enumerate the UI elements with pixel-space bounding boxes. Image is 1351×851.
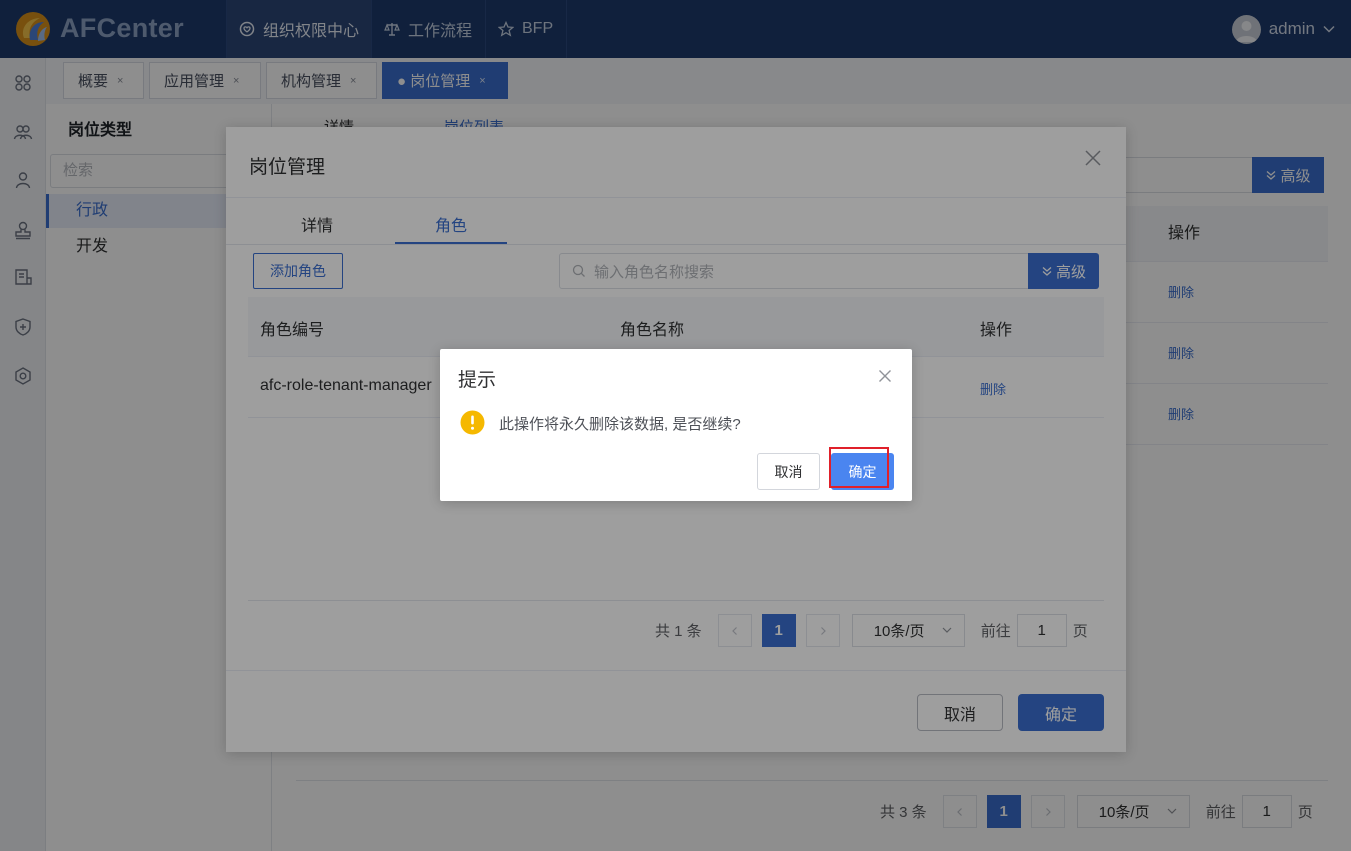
message-text: 此操作将永久删除该数据, 是否继续?	[499, 416, 741, 433]
message-box-title: 提示	[458, 370, 497, 391]
close-icon[interactable]	[878, 369, 892, 383]
confirm-highlight-box	[829, 447, 889, 488]
cancel-button[interactable]: 取消	[757, 453, 820, 490]
warning-icon	[460, 410, 485, 435]
